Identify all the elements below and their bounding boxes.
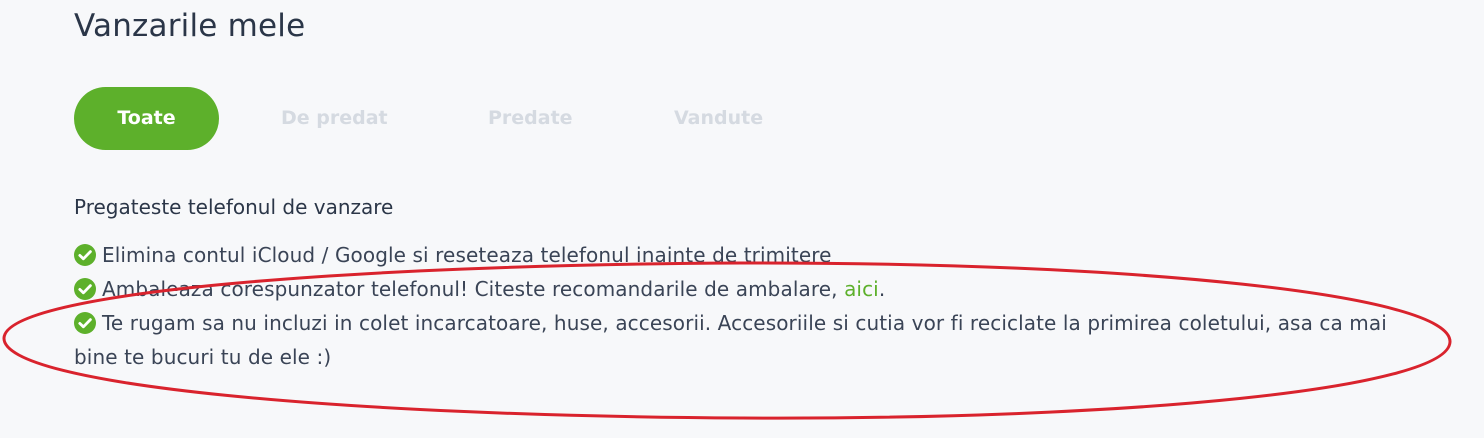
- tab-vandute[interactable]: Vandute: [674, 87, 763, 150]
- check-circle-icon: [74, 244, 96, 266]
- tab-de-predat[interactable]: De predat: [281, 87, 388, 150]
- check-circle-icon: [74, 278, 96, 300]
- checklist-item-text: Ambaleaza corespunzator telefonul! Cites…: [102, 277, 845, 301]
- check-circle-icon: [74, 312, 96, 334]
- checklist-item-text: Elimina contul iCloud / Google si resete…: [102, 243, 832, 267]
- prepare-section-title: Pregateste telefonul de vanzare: [74, 195, 394, 219]
- prepare-checklist: Elimina contul iCloud / Google si resete…: [74, 238, 1424, 374]
- page-title: Vanzarile mele: [74, 8, 306, 44]
- checklist-item: Ambaleaza corespunzator telefonul! Cites…: [74, 272, 1424, 306]
- checklist-item-suffix: .: [878, 277, 886, 301]
- tab-predate[interactable]: Predate: [488, 87, 573, 150]
- checklist-item: Te rugam sa nu incluzi in colet incarcat…: [74, 306, 1424, 374]
- tab-toate[interactable]: Toate: [74, 87, 219, 150]
- packaging-recommendations-link[interactable]: aici: [844, 277, 879, 301]
- checklist-item-text: Te rugam sa nu incluzi in colet incarcat…: [74, 311, 1387, 369]
- checklist-item: Elimina contul iCloud / Google si resete…: [74, 238, 1424, 272]
